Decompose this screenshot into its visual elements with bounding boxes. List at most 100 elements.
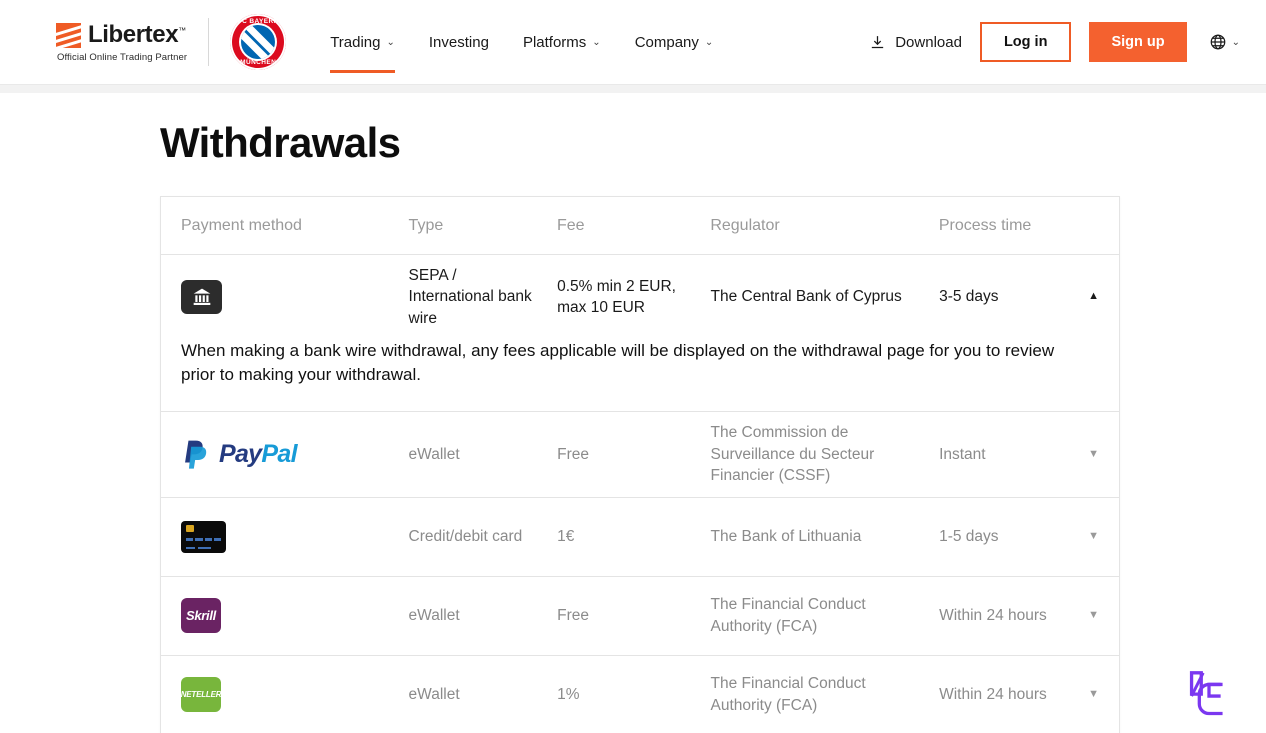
column-header-payment-method: Payment method [181,216,302,234]
libertex-name: Libertex [88,21,179,48]
caret-down-icon[interactable]: ▼ [1088,687,1099,702]
signup-button[interactable]: Sign up [1089,22,1187,62]
column-header-type: Type [408,216,444,234]
main-content: Withdrawals Payment method Type Fee Regu… [0,93,1266,733]
main-navigation: Trading ⌄ Investing Platforms ⌄ Company … [330,0,713,85]
cell-process-time[interactable]: Instant ▼ [939,444,1099,465]
column-header-process-time: Process time [938,216,1032,234]
cell-fee: Free [557,606,589,624]
libertex-mark-icon [56,22,81,48]
login-button[interactable]: Log in [979,22,1072,62]
neteller-label: NETELLER [180,689,222,699]
nav-item-trading[interactable]: Trading ⌄ [330,0,395,85]
table-row-group-skrill: Skrill eWallet Free The Financial Conduc… [161,577,1119,656]
table-row-group-credit-card: Credit/debit card 1€ The Bank of Lithuan… [161,498,1119,577]
watermark-logo-icon [1189,670,1223,715]
language-selector[interactable]: ⌄ [1209,33,1240,51]
cell-regulator: The Financial Conduct Authority (FCA) [710,596,866,635]
skrill-icon: Skrill [181,598,221,633]
libertex-wordmark: Libertex™ [88,21,186,49]
cell-payment-method [181,520,409,553]
process-time-value: 1-5 days [939,527,999,545]
paypal-icon: PayPal [181,437,395,472]
process-time-value: Within 24 hours [939,606,1047,624]
cell-payment-method: PayPal [181,437,409,472]
nav-item-company[interactable]: Company ⌄ [635,0,714,85]
caret-up-icon[interactable]: ▲ [1088,289,1099,304]
crest-center [241,25,276,59]
card-bottom-lines [186,546,221,549]
fc-bayern-crest-icon: FC BAYERN MÜNCHEN [230,14,287,70]
cell-process-time[interactable]: Within 24 hours ▼ [939,605,1099,626]
cell-type: eWallet [408,606,460,624]
download-button[interactable]: Download [869,34,962,51]
table-header-row: Payment method Type Fee Regulator Proces… [161,197,1119,255]
cell-type: SEPA / International bank wire [408,267,532,327]
cell-fee: 0.5% min 2 EUR, max 10 EUR [557,277,676,317]
chevron-down-icon: ⌄ [1231,36,1240,48]
caret-down-icon[interactable]: ▼ [1088,529,1099,544]
nav-label-platforms: Platforms [522,33,587,51]
crest-bottom-text: MÜNCHEN [240,59,277,66]
cell-type: Credit/debit card [408,527,523,545]
card-number-lines [186,537,221,541]
globe-icon [1210,34,1225,50]
cell-payment-method: Skrill [181,598,409,633]
site-header: Libertex™ Official Online Trading Partne… [0,0,1266,85]
cell-fee: Free [557,445,589,463]
page-title: Withdrawals [160,119,401,166]
neteller-icon: NETELLER [180,677,222,712]
cell-process-time[interactable]: 1-5 days ▼ [939,526,1099,547]
column-header-fee: Fee [556,216,585,234]
card-chip [186,524,194,532]
header-shadow-strip [0,85,1266,93]
process-time-value: Instant [939,445,986,463]
cell-fee: 1€ [557,527,575,545]
table-row[interactable]: PayPal eWallet Free The Commission de Su… [161,412,1119,496]
caret-down-icon[interactable]: ▼ [1088,608,1099,623]
process-time-value: Within 24 hours [939,685,1047,703]
table-row-group-paypal: PayPal eWallet Free The Commission de Su… [161,412,1119,498]
chevron-down-icon: ⌄ [704,36,714,48]
withdrawals-table: Payment method Type Fee Regulator Proces… [160,196,1120,733]
cell-regulator: The Bank of Lithuania [710,527,862,545]
cell-process-time[interactable]: 3-5 days ▲ [939,286,1099,307]
cell-regulator: The Financial Conduct Authority (FCA) [710,675,866,714]
brand-area: Libertex™ Official Online Trading Partne… [56,14,287,70]
chevron-down-icon: ⌄ [386,36,395,48]
bank-glyph-icon [193,288,210,306]
paypal-wordmark: PayPal [219,440,298,469]
download-icon [872,35,884,48]
cell-payment-method [181,280,409,315]
table-row-group-neteller: NETELLER eWallet 1% The Financial Conduc… [161,656,1119,733]
chevron-down-icon: ⌄ [592,36,601,48]
crest-top-text: FC BAYERN [237,18,279,25]
paypal-mark-icon [185,441,207,470]
table-row[interactable]: Credit/debit card 1€ The Bank of Lithuan… [161,498,1119,576]
brand-divider [208,18,210,66]
nav-label-company: Company [634,33,699,51]
trademark-symbol: ™ [178,26,186,35]
cell-payment-method: NETELLER [181,677,409,712]
process-time-value: 3-5 days [939,288,999,306]
cell-fee: 1% [557,685,580,703]
column-header-regulator: Regulator [710,216,780,234]
table-row-group-bank-wire: SEPA / International bank wire 0.5% min … [161,255,1119,413]
table-row[interactable]: SEPA / International bank wire 0.5% min … [161,255,1119,339]
cell-type: eWallet [408,445,460,463]
table-row[interactable]: Skrill eWallet Free The Financial Conduc… [161,577,1119,655]
bank-icon [181,280,222,315]
caret-down-icon[interactable]: ▼ [1088,447,1099,462]
brand-tagline: Official Online Trading Partner [57,52,188,63]
table-row[interactable]: NETELLER eWallet 1% The Financial Conduc… [161,656,1119,733]
download-label: Download [895,33,962,51]
nav-item-platforms[interactable]: Platforms ⌄ [523,0,601,85]
libertex-logo[interactable]: Libertex™ Official Online Trading Partne… [56,21,187,63]
cell-process-time[interactable]: Within 24 hours ▼ [939,684,1099,705]
skrill-label: Skrill [186,607,216,623]
nav-item-investing[interactable]: Investing [429,0,489,85]
nav-label-investing: Investing [428,33,489,51]
cell-regulator: The Commission de Surveillance du Secteu… [710,424,875,485]
header-actions: Download Log in Sign up ⌄ [869,22,1240,62]
row-detail-text: When making a bank wire withdrawal, any … [181,341,1055,385]
